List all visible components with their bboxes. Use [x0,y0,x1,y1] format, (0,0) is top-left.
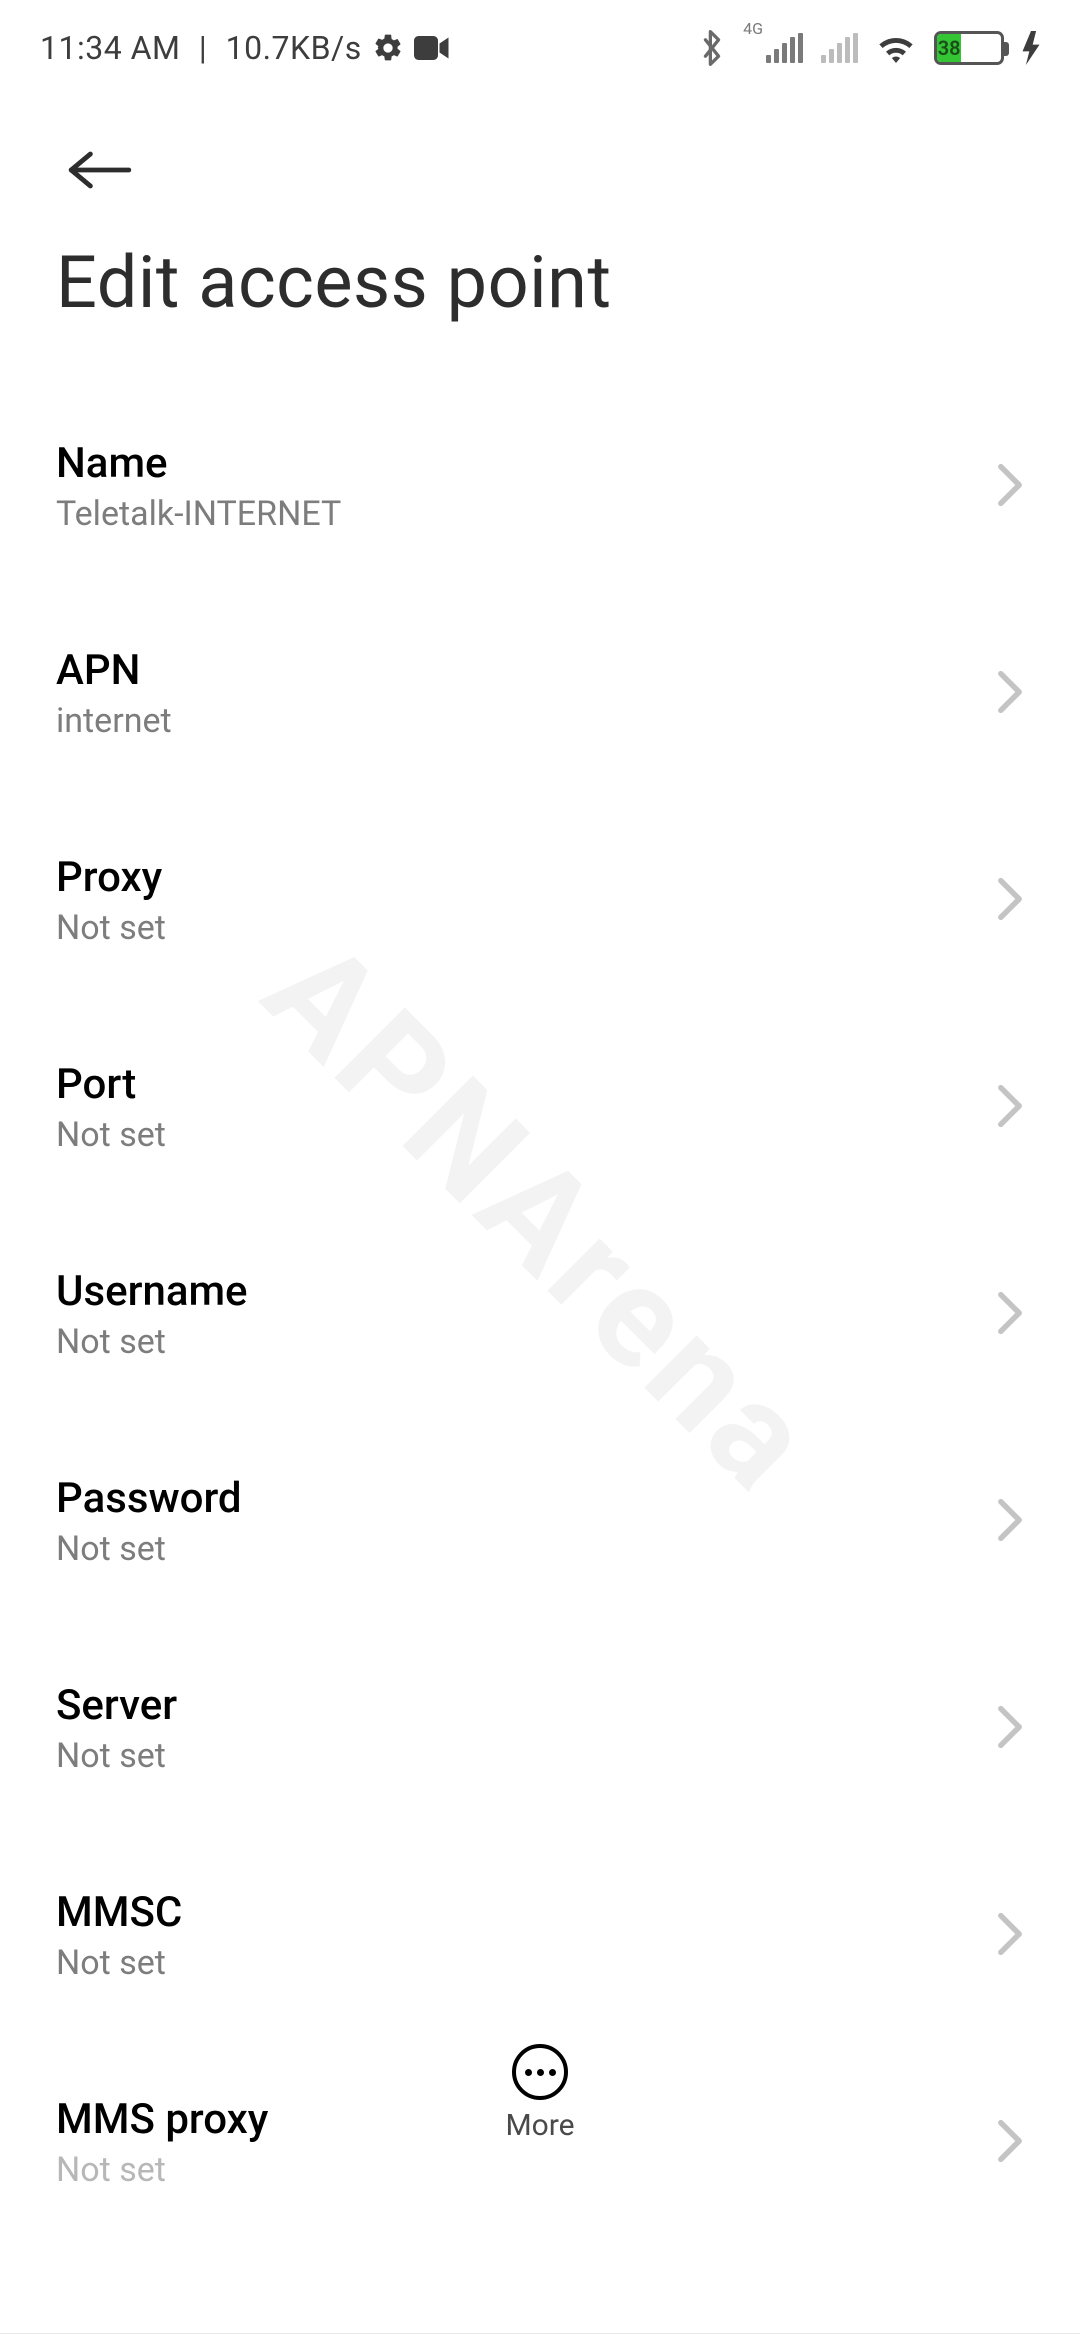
status-net-speed: 10.7KB/s [226,29,362,67]
signal-4g-label: 4G [743,19,763,38]
setting-item-port[interactable]: Port Not set [56,1016,1024,1199]
more-icon [512,2044,568,2100]
more-button[interactable]: More [0,2044,1080,2143]
wifi-icon [876,32,916,64]
android-nav-bar [0,2333,1080,2340]
setting-item-apn[interactable]: APN internet [56,602,1024,785]
signal-icon-sim1 [766,33,803,63]
status-bar: 11:34 AM | 10.7KB/s 4G 38 [0,0,1080,96]
setting-item-proxy[interactable]: Proxy Not set [56,809,1024,992]
setting-value: Not set [56,1943,182,1983]
setting-value: Not set [56,1322,248,1362]
settings-list: Name Teletalk-INTERNET APN internet Proxy Not… [0,395,1080,2234]
back-button[interactable] [56,126,144,214]
chevron-right-icon [996,1084,1024,1132]
setting-label: Proxy [56,853,166,902]
video-icon [414,34,450,62]
setting-label: APN [56,646,172,695]
setting-value: Not set [56,2150,268,2190]
setting-label: Name [56,439,341,488]
setting-item-server[interactable]: Server Not set [56,1637,1024,1820]
chevron-right-icon [996,463,1024,511]
chevron-right-icon [996,670,1024,718]
setting-value: Not set [56,1529,242,1569]
status-separator: | [190,29,215,67]
setting-label: MMSC [56,1888,182,1937]
chevron-right-icon [996,1498,1024,1546]
setting-label: Username [56,1267,248,1316]
setting-value: Not set [56,1115,166,1155]
setting-value: Not set [56,1736,177,1776]
more-label: More [505,2108,574,2143]
battery-icon: 38 [934,31,1004,65]
status-time: 11:34 AM [40,29,180,67]
page-title: Edit access point [56,240,1024,325]
bluetooth-icon [699,30,725,66]
setting-label: Port [56,1060,166,1109]
setting-item-username[interactable]: Username Not set [56,1223,1024,1406]
setting-value: internet [56,701,172,741]
setting-item-name[interactable]: Name Teletalk-INTERNET [56,395,1024,578]
battery-percentage: 38 [938,36,961,60]
chevron-right-icon [996,1705,1024,1753]
chevron-right-icon [996,877,1024,925]
gear-icon [372,32,404,64]
chevron-right-icon [996,1912,1024,1960]
setting-value: Teletalk-INTERNET [56,494,341,534]
setting-item-mmsc[interactable]: MMSC Not set [56,1844,1024,2027]
arrow-left-icon [68,146,132,194]
chevron-right-icon [996,1291,1024,1339]
setting-label: Password [56,1474,242,1523]
charging-icon [1022,31,1040,65]
setting-value: Not set [56,908,166,948]
signal-icon-sim2 [821,33,858,63]
setting-label: Server [56,1681,177,1730]
setting-item-password[interactable]: Password Not set [56,1430,1024,1613]
